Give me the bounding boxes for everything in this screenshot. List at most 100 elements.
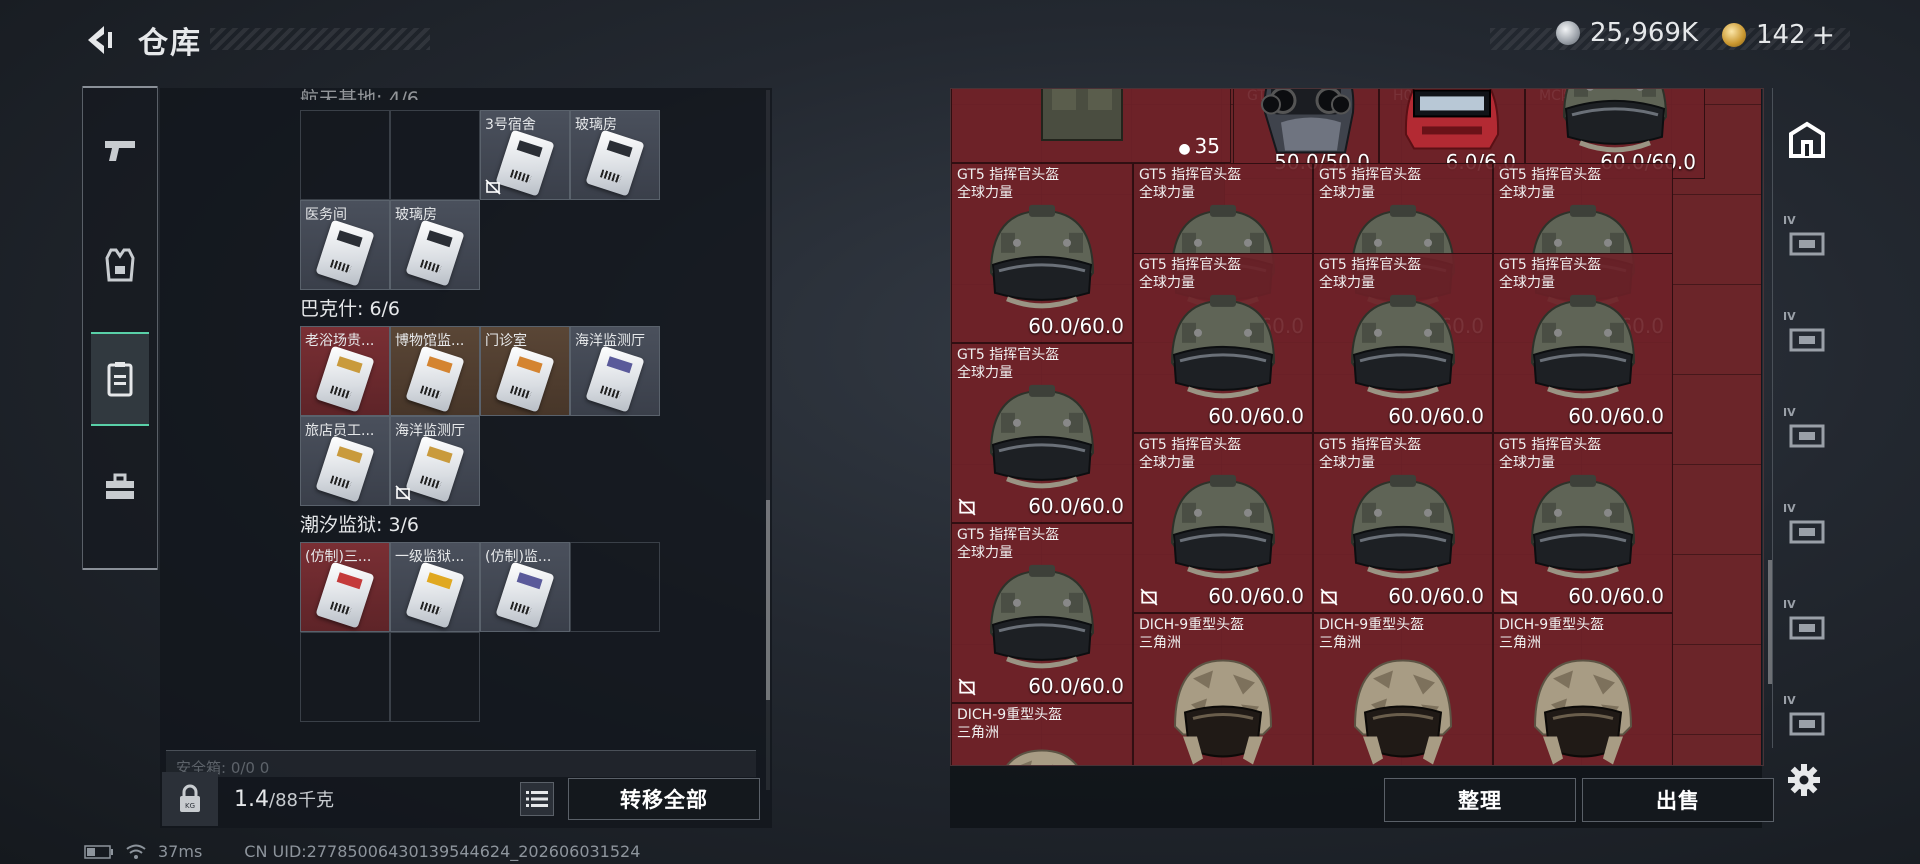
- item-image: [1163, 648, 1283, 765]
- weight-readout: 1.4/88千克: [234, 786, 334, 812]
- tier-label: IV: [1783, 502, 1796, 515]
- item-image: [1343, 648, 1463, 765]
- keycard-item[interactable]: 玻璃房: [570, 110, 660, 200]
- empty-slot[interactable]: [390, 110, 480, 200]
- helmet-icon: [1789, 424, 1825, 448]
- no-sell-icon: [395, 485, 411, 501]
- stash-item-tactical-rig[interactable]: ● 35: [951, 89, 1231, 163]
- toolbox-icon: [106, 473, 134, 499]
- stash-item[interactable]: DICH-9重型头盔 三角洲: [1493, 613, 1673, 765]
- back-button[interactable]: [80, 20, 120, 60]
- item-name: DICH-9重型头盔 三角洲: [1319, 617, 1425, 651]
- sell-button[interactable]: 出售: [1582, 778, 1774, 822]
- stash-item[interactable]: GT5 指挥官头盔 全球力量 60.0/60.0: [1313, 253, 1493, 433]
- keycard-item[interactable]: 海洋监测厅: [570, 326, 660, 416]
- stack-count-badge: ● 35: [1178, 134, 1220, 158]
- keycard-name: 一级监狱...: [395, 549, 465, 565]
- stash-item[interactable]: DICH-9重型头盔 三角洲: [951, 703, 1133, 765]
- keycard-grid-aerospace: 3号宿舍 玻璃房 医务间 玻璃房: [300, 110, 660, 290]
- armor-vest-icon: [105, 248, 135, 282]
- gt5-helmet-icon: [1350, 294, 1456, 399]
- empty-slot[interactable]: [300, 632, 390, 722]
- keycard-item[interactable]: 老浴场贵...: [300, 326, 390, 416]
- organize-button[interactable]: 整理: [1384, 778, 1576, 822]
- item-image: [1338, 293, 1468, 407]
- keycard-name: 海洋监测厅: [395, 423, 465, 439]
- uid-readout: CN UID:27785006430139544624_202606031524: [244, 842, 641, 861]
- keycard-name: 门诊室: [485, 333, 527, 349]
- item-name: DICH-9重型头盔 三角洲: [1139, 617, 1245, 651]
- list-view-button[interactable]: [520, 782, 554, 816]
- medkit-icon: [1789, 616, 1825, 640]
- add-gold-button[interactable]: +: [1812, 18, 1835, 51]
- keycard-name: 旅店员工...: [305, 423, 375, 439]
- stash-item[interactable]: GT5 指挥官头盔 全球力量 60.0/60.0: [1493, 433, 1673, 613]
- tab-filter-armor-rig[interactable]: IV: [1783, 214, 1831, 262]
- tab-keycards[interactable]: [91, 332, 149, 426]
- keycard-item[interactable]: 医务间: [300, 200, 390, 290]
- item-image: [977, 383, 1107, 497]
- tab-armor[interactable]: [91, 220, 149, 310]
- stash-filter-sidebar: IV IV IV IV IV IV: [1772, 88, 1839, 748]
- stash-item[interactable]: GT5 指挥官头盔 全球力量 60.0/60.0: [951, 343, 1133, 523]
- gt5-helmet-icon: [1170, 474, 1276, 579]
- tab-filter-keycard[interactable]: IV: [1783, 502, 1831, 550]
- item-image: [1158, 293, 1288, 407]
- stash-item[interactable]: GT5 指挥官头盔 全球力量 60.0/60.0: [1133, 253, 1313, 433]
- keycard-item[interactable]: 旅店员工...: [300, 416, 390, 506]
- item-name: GT5 指挥官头盔 全球力量: [1499, 437, 1602, 471]
- keycard-item[interactable]: 海洋监测厅: [390, 416, 480, 506]
- stash-item[interactable]: GT5 指挥官头盔 全球力量 60.0/60.0: [1493, 253, 1673, 433]
- tier-label: IV: [1783, 310, 1796, 323]
- tab-toolbox[interactable]: [91, 442, 149, 532]
- gt5-helmet-icon: [989, 384, 1095, 489]
- tab-filter-medkit[interactable]: IV: [1783, 598, 1831, 646]
- stash-item[interactable]: DICH-9重型头盔 三角洲: [1133, 613, 1313, 765]
- battery-icon: [84, 844, 113, 859]
- tier-label: IV: [1783, 694, 1796, 707]
- item-name: GT5 指挥官头盔 全球力量: [1499, 167, 1602, 201]
- keycard-item[interactable]: (仿制)监...: [480, 542, 570, 632]
- list-icon: [526, 791, 548, 807]
- empty-slot[interactable]: [570, 542, 660, 632]
- keycard-item[interactable]: 博物馆监...: [390, 326, 480, 416]
- stash-item[interactable]: DICH-9重型头盔 三角洲: [1313, 613, 1493, 765]
- status-bar: 37ms CN UID:27785006430139544624_2026060…: [84, 842, 640, 861]
- keycard-item[interactable]: 门诊室: [480, 326, 570, 416]
- item-image: [982, 738, 1102, 765]
- stash-item[interactable]: GT5 指挥官头盔 全球力量 60.0/60.0: [951, 163, 1133, 343]
- item-name: DICH-9重型头盔 三角洲: [957, 707, 1063, 741]
- empty-slot[interactable]: [300, 110, 390, 200]
- dich9-helmet-icon: [1533, 659, 1633, 765]
- transfer-all-button[interactable]: 转移全部: [568, 778, 760, 820]
- container-icon: [1789, 712, 1825, 736]
- weight-lock-button[interactable]: KG: [162, 772, 218, 826]
- gt5-helmet-icon: [1530, 294, 1636, 399]
- gold-amount: 142: [1756, 19, 1806, 50]
- keycard-item[interactable]: 3号宿舍: [480, 110, 570, 200]
- keycard-name: 博物馆监...: [395, 333, 465, 349]
- group-label-bakesh: 巴克什: 6/6: [300, 298, 401, 320]
- stash-item[interactable]: GT5 指挥官头盔 全球力量 60.0/60.0: [951, 523, 1133, 703]
- item-durability: 60.0/60.0: [1388, 404, 1484, 428]
- stash-item[interactable]: GT5 指挥官头盔 全球力量 60.0/60.0: [1133, 433, 1313, 613]
- empty-slot[interactable]: [390, 632, 480, 722]
- tab-weapons[interactable]: [91, 106, 149, 196]
- safebox-section: 安全箱: 0/0 0: [166, 750, 756, 777]
- keycard-item[interactable]: 玻璃房: [390, 200, 480, 290]
- keycard-item[interactable]: 一级监狱...: [390, 542, 480, 632]
- item-name: GT5 指挥官头盔 全球力量: [957, 347, 1060, 381]
- tab-all-stash[interactable]: [1783, 116, 1831, 164]
- tab-filter-container[interactable]: IV: [1783, 694, 1831, 742]
- left-scrollbar[interactable]: [766, 90, 770, 790]
- armor-rig-icon: [1789, 232, 1825, 256]
- gear-icon: [1788, 764, 1820, 796]
- tab-filter-helmet[interactable]: IV: [1783, 406, 1831, 454]
- settings-button[interactable]: [1784, 760, 1824, 800]
- tab-filter-backpack[interactable]: IV: [1783, 310, 1831, 358]
- stash-item[interactable]: GT5 指挥官头盔 全球力量 60.0/60.0: [1313, 433, 1493, 613]
- keycard-name: 海洋监测厅: [575, 333, 645, 349]
- keycard-item[interactable]: (仿制)三...: [300, 542, 390, 632]
- left-scroll-thumb[interactable]: [766, 500, 770, 700]
- person-icon: ●: [1178, 141, 1191, 157]
